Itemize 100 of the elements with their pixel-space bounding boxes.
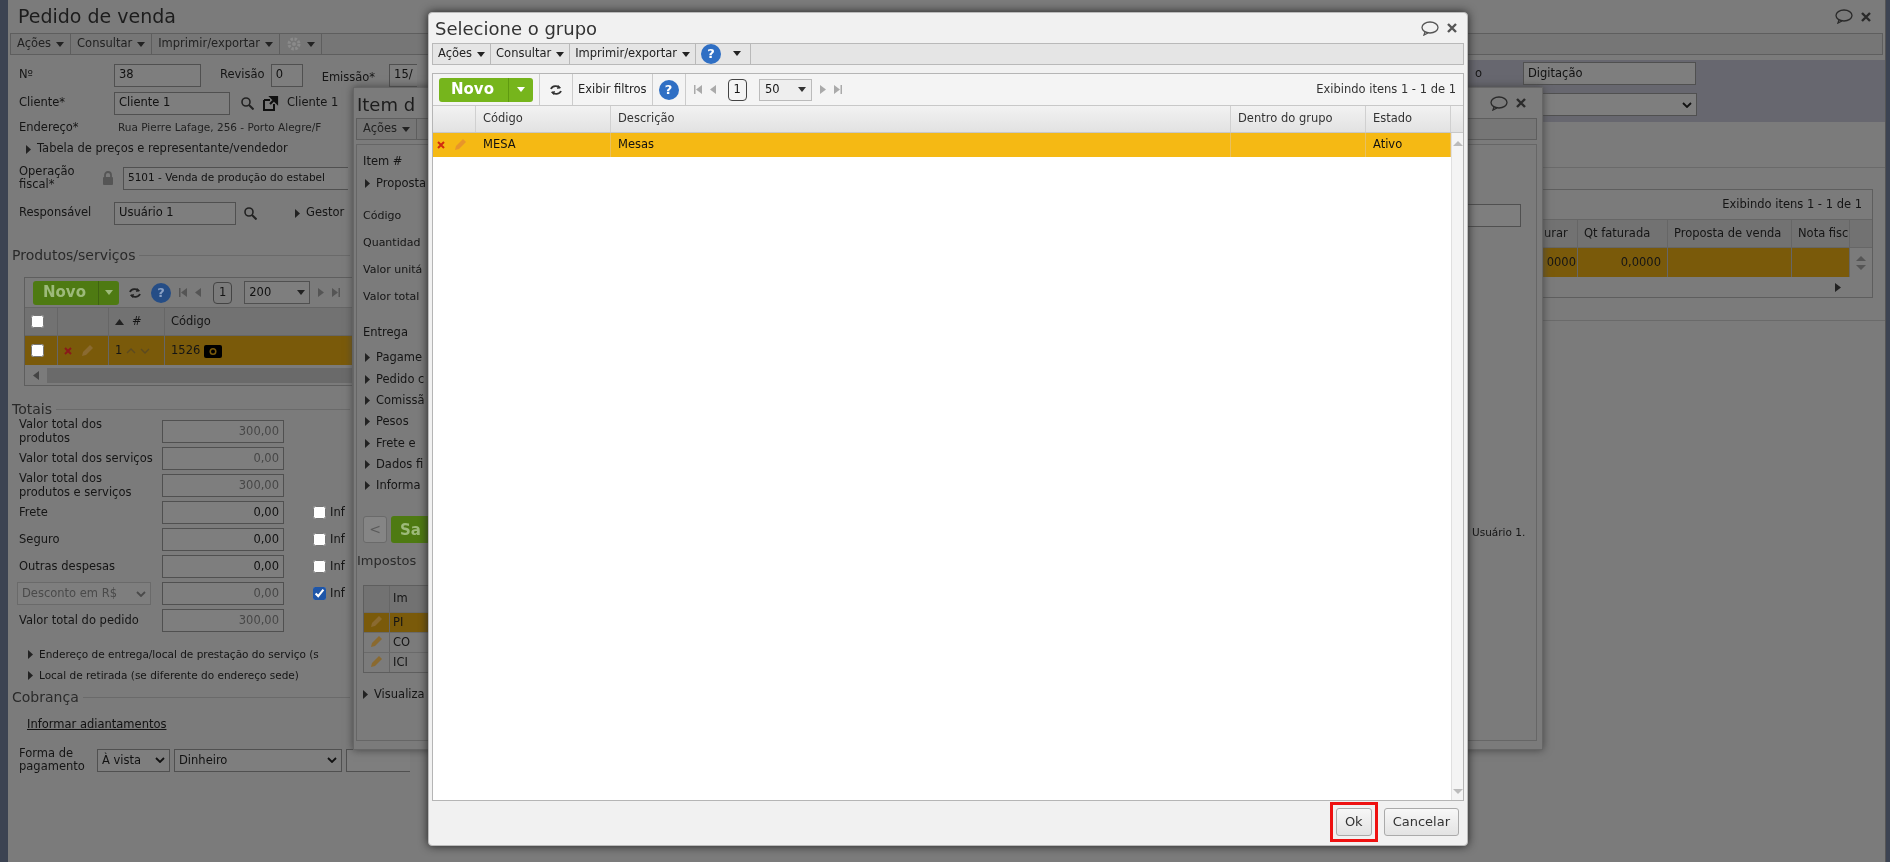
input-field[interactable]: 15/	[389, 63, 418, 87]
input-field[interactable]: 0	[270, 63, 303, 87]
close-icon[interactable]	[1516, 98, 1526, 108]
section-expander[interactable]: Frete e	[376, 434, 416, 452]
new-button[interactable]: Novo	[33, 280, 119, 305]
scroll-left-icon[interactable]	[33, 370, 39, 380]
section-expander[interactable]: Gestor	[306, 204, 345, 222]
save-button[interactable]: Sa	[391, 516, 430, 544]
last-page-icon[interactable]	[833, 85, 842, 94]
section-expander[interactable]: Pedido c	[376, 370, 425, 388]
search-icon[interactable]	[244, 206, 257, 220]
help-button[interactable]: ?	[658, 79, 679, 100]
new-button[interactable]: Novo	[439, 77, 533, 102]
section-expander[interactable]: Dados fi	[376, 455, 424, 474]
first-page-icon[interactable]	[693, 85, 702, 94]
section-expander[interactable]: Pesos	[376, 413, 409, 431]
chat-icon[interactable]	[1421, 20, 1439, 36]
caret-icon	[265, 41, 274, 47]
input-field[interactable]: Usuário 1	[114, 201, 236, 225]
previous-page-icon[interactable]	[709, 85, 716, 94]
table-cell-text: 1526	[171, 341, 201, 359]
select-field[interactable]: Dinheiro	[174, 748, 342, 772]
input-field[interactable]: 38	[114, 63, 201, 87]
pencil-icon[interactable]	[369, 615, 383, 630]
close-icon[interactable]	[1861, 11, 1871, 22]
scrollbar-thumb[interactable]	[47, 367, 352, 383]
section-expander[interactable]: Informa	[376, 477, 421, 495]
page-field[interactable]: 1	[212, 281, 233, 304]
checkbox[interactable]	[313, 533, 326, 546]
caret-icon	[365, 481, 370, 491]
select-field[interactable]: À vista	[97, 748, 170, 772]
advance-link[interactable]: Informar adiantamentos	[27, 716, 167, 734]
menu-button[interactable]: Ações	[357, 119, 418, 139]
section-expander[interactable]: Endereço de entrega/local de prestação do serviço (s	[39, 646, 319, 663]
section-expander[interactable]: Pagame	[376, 349, 423, 367]
select-field[interactable]: 5101 - Venda de produção do estabel	[123, 166, 348, 190]
caret-icon	[297, 290, 306, 295]
input-field[interactable]: 0,00	[162, 501, 284, 524]
ok-button[interactable]: Ok	[1335, 808, 1372, 836]
delete-icon[interactable]	[64, 346, 72, 355]
chevron-icon	[327, 757, 337, 764]
checkbox[interactable]	[313, 506, 326, 519]
input-field[interactable]: Digitação	[1523, 62, 1696, 85]
input-field[interactable]: 0,00	[162, 528, 284, 551]
delete-icon[interactable]	[437, 141, 445, 149]
table-row[interactable]: 0000 0,0000	[1542, 248, 1850, 277]
page-field[interactable]: 1	[727, 78, 747, 101]
scroll-down-icon[interactable]	[1452, 789, 1463, 794]
field-label: Código	[363, 207, 403, 224]
input-field[interactable]: Cliente 1	[114, 91, 230, 115]
section-expander[interactable]: Comissã	[376, 391, 425, 410]
chat-icon[interactable]	[1835, 9, 1853, 24]
pencil-icon[interactable]	[453, 138, 467, 152]
page-size-select[interactable]: 50	[758, 78, 812, 101]
first-page-icon[interactable]	[178, 288, 187, 297]
scroll-down-icon[interactable]	[1856, 264, 1866, 270]
last-page-icon[interactable]	[332, 288, 341, 297]
refresh-icon[interactable]	[547, 82, 564, 97]
customer-link[interactable]: Cliente 1	[287, 94, 339, 112]
checkbox[interactable]	[31, 344, 44, 357]
caret-icon	[682, 51, 691, 57]
help-button[interactable]: ?	[150, 282, 171, 303]
section-expander[interactable]: Local de retirada (se diferente do endereço sede)	[39, 667, 299, 684]
input-field[interactable]: 0,00	[162, 555, 284, 578]
menu-button[interactable]: Consultar	[71, 34, 153, 54]
menu-button[interactable]: Imprimir/exportar	[570, 44, 697, 64]
scroll-up-icon[interactable]	[1452, 141, 1463, 146]
column-header: Descrição	[611, 106, 1231, 132]
section-expander[interactable]: Visualiza	[374, 686, 425, 704]
input-field[interactable]	[346, 748, 410, 772]
checkbox[interactable]	[313, 560, 326, 573]
page-size-select[interactable]: 200	[244, 281, 311, 304]
checkbox[interactable]	[31, 315, 44, 328]
next-page-icon[interactable]	[318, 288, 325, 297]
input-field[interactable]	[1466, 204, 1521, 227]
previous-page-icon[interactable]	[194, 288, 201, 297]
close-icon[interactable]	[1447, 23, 1457, 33]
table-row[interactable]: MESA Mesas Ativo	[433, 133, 1451, 157]
chat-icon[interactable]	[1490, 95, 1508, 111]
cancel-button[interactable]: Cancelar	[1383, 808, 1459, 836]
menu-button[interactable]: Consultar	[491, 44, 571, 64]
help-button[interactable]: ?	[701, 44, 722, 64]
menu-button[interactable]: Imprimir/exportar	[152, 34, 281, 54]
section-expander[interactable]: Proposta	[376, 175, 427, 193]
field-label: Revisão	[220, 68, 265, 82]
menu-button[interactable]: Ações	[11, 34, 72, 54]
pencil-icon[interactable]	[369, 635, 383, 650]
up-icon[interactable]	[126, 347, 137, 354]
down-icon[interactable]	[140, 347, 151, 354]
next-page-icon[interactable]	[819, 85, 826, 94]
external-link-icon[interactable]	[262, 94, 279, 112]
filters-button[interactable]: Exibir filtros	[572, 80, 652, 99]
scroll-up-icon[interactable]	[1856, 255, 1866, 261]
search-icon[interactable]	[241, 96, 254, 110]
section-expander[interactable]: Tabela de preços e representante/vendedor	[37, 140, 288, 158]
menu-button[interactable]: Ações	[433, 44, 492, 64]
scroll-right-icon[interactable]	[1835, 282, 1841, 292]
pencil-icon[interactable]	[80, 343, 94, 358]
pencil-icon[interactable]	[369, 655, 383, 670]
camera-icon	[204, 343, 223, 358]
